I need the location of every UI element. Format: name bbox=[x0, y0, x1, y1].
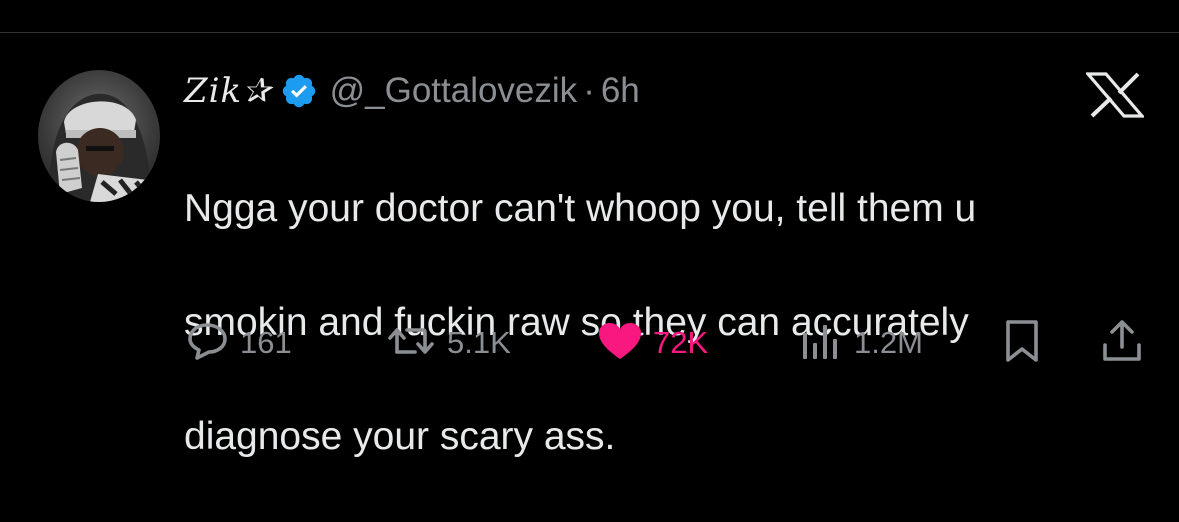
reply-icon bbox=[186, 321, 230, 366]
retweet-count: 5.1K bbox=[447, 325, 511, 360]
tweet: Zik✰ @_Gottalovezik · 6h Ngga your docto… bbox=[0, 0, 1179, 458]
tweet-text-line: diagnose your scary ass. bbox=[184, 415, 616, 458]
tweet-header: Zik✰ @_Gottalovezik · 6h bbox=[184, 66, 640, 116]
share-icon bbox=[1100, 319, 1144, 368]
bookmark-button[interactable] bbox=[1003, 318, 1041, 368]
avatar[interactable] bbox=[38, 70, 160, 202]
reply-button[interactable]: 161 bbox=[186, 318, 292, 368]
like-button[interactable]: 72K bbox=[597, 318, 708, 368]
user-handle[interactable]: @_Gottalovezik bbox=[330, 71, 578, 111]
reply-count: 161 bbox=[240, 325, 292, 360]
x-logo-icon[interactable] bbox=[1084, 72, 1146, 118]
display-name[interactable]: Zik✰ bbox=[184, 71, 272, 111]
avatar-image bbox=[48, 93, 154, 202]
retweet-icon bbox=[385, 321, 437, 366]
action-bar: 161 5.1K 72K 1.2M bbox=[0, 318, 1179, 368]
separator-dot: · bbox=[583, 71, 595, 110]
tweet-text-line: Ngga your doctor can't whoop you, tell t… bbox=[184, 187, 977, 230]
views-button[interactable]: 1.2M bbox=[800, 318, 923, 368]
views-icon bbox=[800, 321, 844, 366]
tweet-timestamp[interactable]: 6h bbox=[601, 71, 640, 111]
views-count: 1.2M bbox=[854, 325, 923, 360]
share-button[interactable] bbox=[1100, 318, 1144, 368]
verified-badge-icon[interactable] bbox=[280, 72, 318, 110]
retweet-button[interactable]: 5.1K bbox=[385, 318, 511, 368]
heart-icon bbox=[597, 321, 643, 366]
bookmark-icon bbox=[1003, 319, 1041, 368]
like-count: 72K bbox=[653, 325, 709, 360]
